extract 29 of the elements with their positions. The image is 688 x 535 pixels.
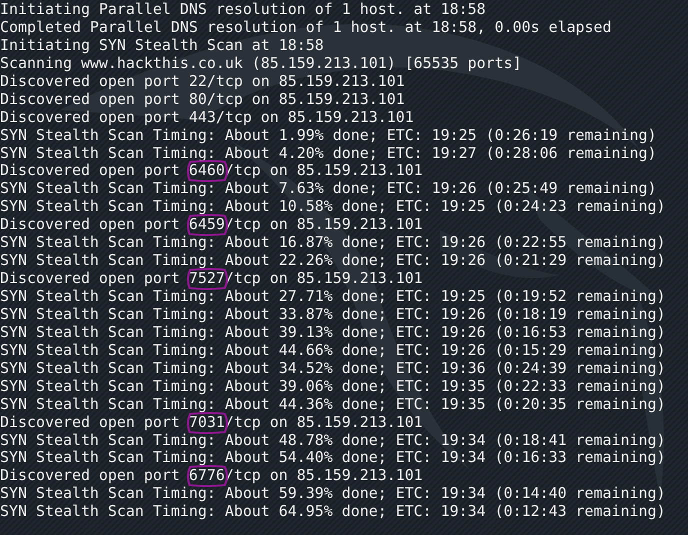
terminal-line: Discovered open port 6459/tcp on 85.159.213.101 [0, 215, 423, 234]
terminal-line: Scanning www.hackthis.co.uk (85.159.213.101) [65535 ports] [0, 54, 522, 72]
terminal-line: SYN Stealth Scan Timing: About 39.06% done; ETC: 19:35 (0:22:33 remaining) [0, 376, 666, 395]
terminal-line: Discovered open port 443/tcp on 85.159.213.101 [0, 108, 414, 126]
terminal-line: SYN Stealth Scan Timing: About 44.36% done; ETC: 19:35 (0:20:35 remaining) [0, 394, 666, 413]
terminal-line: Discovered open port 6776/tcp on 85.159.213.101 [0, 466, 423, 484]
terminal-line: SYN Stealth Scan Timing: About 54.40% done; ETC: 19:34 (0:16:33 remaining) [0, 448, 666, 466]
terminal-line: SYN Stealth Scan Timing: About 64.95% done; ETC: 19:34 (0:12:43 remaining) [0, 502, 666, 520]
terminal-line: Initiating SYN Stealth Scan at 18:58 [0, 36, 324, 54]
terminal-line: SYN Stealth Scan Timing: About 33.87% done; ETC: 19:26 (0:18:19 remaining) [0, 304, 666, 323]
terminal-line: Discovered open port 22/tcp on 85.159.213.101 [0, 72, 405, 90]
terminal-line: SYN Stealth Scan Timing: About 27.71% done; ETC: 19:25 (0:19:52 remaining) [0, 287, 666, 305]
terminal-line: SYN Stealth Scan Timing: About 39.13% done; ETC: 19:26 (0:16:53 remaining) [0, 322, 666, 341]
terminal-line: SYN Stealth Scan Timing: About 22.26% done; ETC: 19:26 (0:21:29 remaining) [0, 251, 666, 270]
terminal-line: Discovered open port 6460/tcp on 85.159.213.101 [0, 161, 423, 180]
terminal-line: Discovered open port 7527/tcp on 85.159.213.101 [0, 269, 423, 288]
terminal-line: SYN Stealth Scan Timing: About 1.99% done; ETC: 19:25 (0:26:19 remaining) [0, 126, 656, 144]
terminal-line: Initiating Parallel DNS resolution of 1 host. at 18:58 [0, 0, 486, 18]
terminal-line: SYN Stealth Scan Timing: About 44.66% done; ETC: 19:26 (0:15:29 remaining) [0, 340, 666, 359]
terminal-line: SYN Stealth Scan Timing: About 10.58% done; ETC: 19:25 (0:24:23 remaining) [0, 197, 666, 216]
terminal-line: SYN Stealth Scan Timing: About 7.63% done; ETC: 19:26 (0:25:49 remaining) [0, 179, 656, 198]
terminal-line: SYN Stealth Scan Timing: About 59.39% done; ETC: 19:34 (0:14:40 remaining) [0, 484, 666, 502]
terminal-line: SYN Stealth Scan Timing: About 4.20% done; ETC: 19:27 (0:28:06 remaining) [0, 144, 656, 162]
terminal-line: Completed Parallel DNS resolution of 1 host. at 18:58, 0.00s elapsed [0, 18, 612, 36]
terminal-line: SYN Stealth Scan Timing: About 16.87% done; ETC: 19:26 (0:22:55 remaining) [0, 233, 666, 252]
terminal-line: SYN Stealth Scan Timing: About 48.78% done; ETC: 19:34 (0:18:41 remaining) [0, 430, 666, 448]
terminal-line: SYN Stealth Scan Timing: About 34.52% done; ETC: 19:36 (0:24:39 remaining) [0, 358, 666, 377]
terminal-line: Discovered open port 80/tcp on 85.159.213.101 [0, 90, 405, 108]
terminal-line: Discovered open port 7031/tcp on 85.159.213.101 [0, 412, 423, 431]
